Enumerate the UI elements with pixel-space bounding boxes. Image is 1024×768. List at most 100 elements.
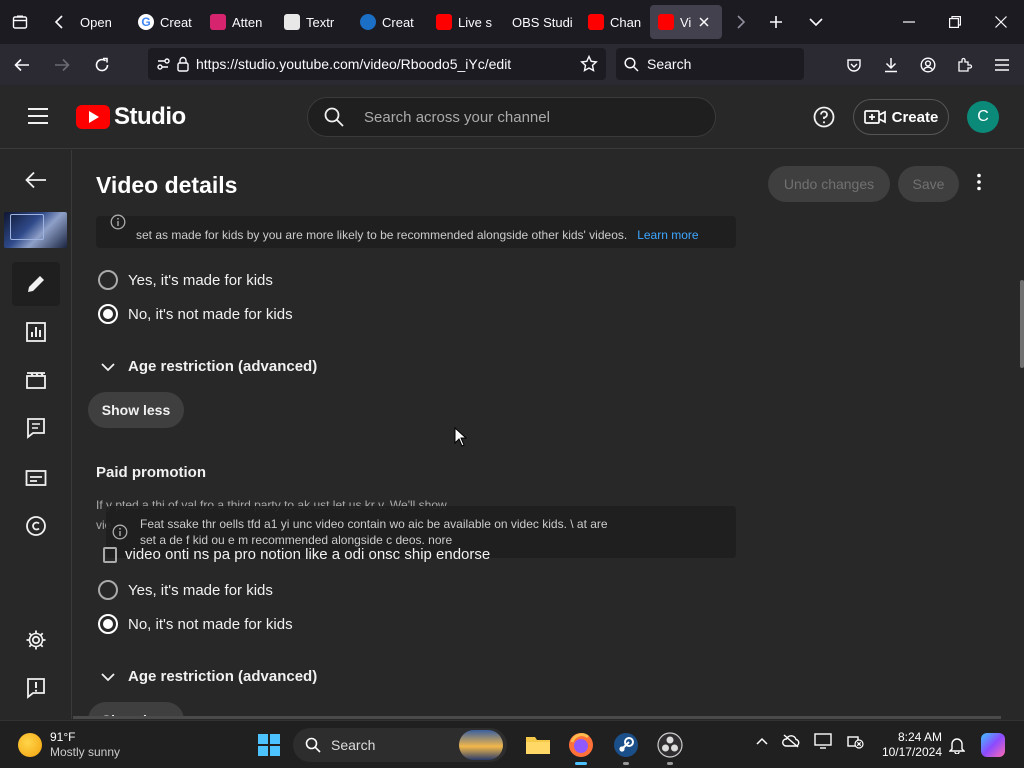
comments-icon[interactable]: [12, 406, 60, 450]
chevron-down-icon: [101, 672, 115, 681]
show-hidden-icons-chevron-up-icon[interactable]: [756, 737, 768, 745]
downloads-icon[interactable]: [873, 49, 909, 81]
browser-tab[interactable]: Textr: [276, 5, 352, 39]
restore-window-icon[interactable]: [932, 0, 978, 44]
tabs-scroll-left-icon[interactable]: [40, 0, 80, 44]
browser-tab[interactable]: Open: [80, 5, 130, 39]
app-menu-icon[interactable]: [984, 49, 1020, 81]
tab-label: Live s: [458, 14, 492, 30]
network-offline-icon[interactable]: [846, 733, 864, 749]
save-button[interactable]: Save: [898, 166, 959, 202]
paid-promotion-checkbox[interactable]: [103, 546, 117, 563]
help-icon[interactable]: [812, 105, 836, 129]
new-tab-icon[interactable]: [758, 0, 794, 44]
learn-more-link[interactable]: Learn more: [637, 228, 698, 242]
account-icon[interactable]: [910, 49, 946, 81]
browser-toolbar-right: [835, 44, 1020, 85]
close-tab-icon[interactable]: [697, 15, 711, 29]
site-info-icon[interactable]: [156, 57, 170, 71]
video-thumbnail[interactable]: [4, 212, 67, 248]
age-restriction-toggle[interactable]: Age restriction (advanced): [100, 358, 317, 375]
search-icon: [305, 737, 321, 753]
chevron-down-icon: [101, 362, 115, 371]
age-restriction-toggle-duplicate[interactable]: Age restriction (advanced): [100, 668, 317, 685]
browser-tab[interactable]: G Creat: [130, 5, 202, 39]
tab-label: Creat: [382, 14, 414, 30]
made-for-kids-no-option-duplicate[interactable]: No, it's not made for kids: [98, 614, 293, 634]
onedrive-offline-icon[interactable]: [782, 734, 800, 748]
browser-search-bar[interactable]: Search: [616, 48, 804, 80]
address-bar[interactable]: https://studio.youtube.com/video/Rboodo5…: [148, 48, 606, 80]
browser-navigation-bar: https://studio.youtube.com/video/Rboodo5…: [0, 44, 1024, 85]
youtube-icon: [588, 14, 604, 30]
show-less-button[interactable]: Show less: [88, 392, 184, 428]
search-icon: [324, 107, 344, 127]
browser-tab[interactable]: Creat: [352, 5, 428, 39]
made-for-kids-yes-option[interactable]: Yes, it's made for kids: [98, 270, 273, 290]
radio-no-made-for-kids[interactable]: [98, 614, 118, 634]
notification-bell-icon[interactable]: [949, 736, 965, 754]
radio-no-made-for-kids[interactable]: [98, 304, 118, 324]
url-text[interactable]: https://studio.youtube.com/video/Rboodo5…: [196, 56, 574, 72]
browser-tab[interactable]: Atten: [202, 5, 276, 39]
channel-search-input[interactable]: Search across your channel: [307, 97, 716, 137]
file-explorer-icon[interactable]: [523, 730, 553, 760]
browser-tab-active[interactable]: Vi: [650, 5, 722, 39]
tab-label: Atten: [232, 14, 263, 30]
horizontal-scrollbar[interactable]: [73, 716, 1001, 719]
hamburger-menu-icon[interactable]: [24, 105, 52, 127]
details-pencil-icon[interactable]: [12, 262, 60, 306]
steam-icon: [360, 14, 376, 30]
extensions-icon[interactable]: [947, 49, 983, 81]
radio-yes-made-for-kids[interactable]: [98, 270, 118, 290]
obs-studio-icon[interactable]: [655, 730, 685, 765]
clock-date: 10/17/2024: [881, 745, 942, 759]
system-clock[interactable]: 8:24 AM 10/17/2024: [876, 730, 942, 760]
settings-gear-icon[interactable]: [12, 618, 60, 662]
undo-changes-button[interactable]: Undo changes: [768, 166, 890, 202]
paid-promotion-title: Paid promotion: [96, 464, 206, 481]
overlap-info-line-1: Feat ssake thr oells tfd a1 yi unc video…: [140, 517, 608, 531]
reload-icon[interactable]: [84, 49, 120, 81]
back-to-content-icon[interactable]: [12, 158, 60, 202]
display-settings-icon[interactable]: [814, 733, 832, 749]
age-restriction-label: Age restriction (advanced): [128, 358, 318, 375]
weather-widget[interactable]: 91°F Mostly sunny: [18, 730, 120, 760]
forward-icon[interactable]: [44, 49, 80, 81]
vertical-scrollbar-thumb[interactable]: [1020, 280, 1024, 368]
steam-icon[interactable]: [611, 730, 641, 765]
back-icon[interactable]: [4, 49, 40, 81]
list-tabs-icon[interactable]: [794, 0, 838, 44]
tab-overview-icon[interactable]: [0, 0, 40, 44]
bookmark-star-icon[interactable]: [580, 55, 598, 73]
firefox-icon[interactable]: [566, 730, 596, 765]
minimize-window-icon[interactable]: [886, 0, 932, 44]
browser-tab-strip: Open G Creat Atten Textr Creat Live s OB…: [0, 0, 1024, 44]
copilot-icon[interactable]: [981, 733, 1005, 757]
more-options-icon[interactable]: [969, 172, 989, 192]
browser-tab[interactable]: OBS Studi: [504, 5, 580, 39]
editor-clapper-icon[interactable]: [12, 358, 60, 402]
paid-promotion-checkbox-row[interactable]: video onti ns pa pro notion like a odi o…: [103, 546, 490, 563]
tabs-scroll-right-icon[interactable]: [722, 0, 758, 44]
pocket-icon[interactable]: [836, 49, 872, 81]
mouse-cursor-icon: [454, 427, 468, 447]
taskbar-search-box[interactable]: Search: [293, 728, 507, 762]
tab-label: Open: [80, 14, 112, 30]
create-button[interactable]: Create: [853, 99, 949, 135]
google-icon: G: [138, 14, 154, 30]
made-for-kids-yes-option-duplicate[interactable]: Yes, it's made for kids: [98, 580, 273, 600]
studio-logo[interactable]: Studio: [76, 103, 186, 131]
avatar[interactable]: C: [967, 101, 999, 133]
browser-tab[interactable]: Chan: [580, 5, 650, 39]
made-for-kids-no-option[interactable]: No, it's not made for kids: [98, 304, 293, 324]
send-feedback-icon[interactable]: [12, 666, 60, 710]
analytics-icon[interactable]: [12, 310, 60, 354]
left-navigation-rail: [0, 150, 72, 719]
close-window-icon[interactable]: [978, 0, 1024, 44]
browser-tab[interactable]: Live s: [428, 5, 504, 39]
windows-start-icon[interactable]: [258, 734, 280, 756]
subtitles-icon[interactable]: [12, 456, 60, 500]
radio-yes-made-for-kids[interactable]: [98, 580, 118, 600]
copyright-icon[interactable]: [12, 504, 60, 548]
